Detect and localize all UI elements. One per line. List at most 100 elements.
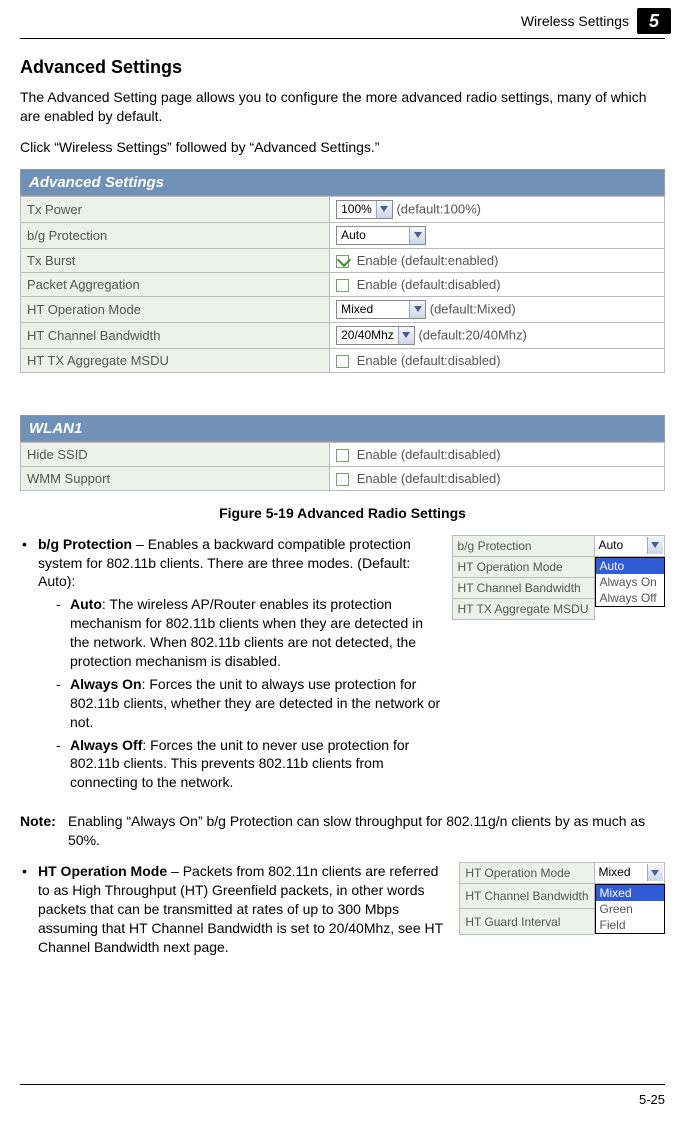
ht-channel-bw-value: 20/40Mhz bbox=[337, 328, 398, 342]
bg-protection-bullet: b/g Protection – Enables a backward comp… bbox=[38, 535, 444, 797]
inset2-dropdown-cell: Mixed Green Field bbox=[594, 884, 665, 935]
inset1-select[interactable]: Auto bbox=[595, 536, 663, 555]
table-row: Tx Burst Enable (default:enabled) bbox=[21, 248, 665, 272]
inset1-option-always-on[interactable]: Always On bbox=[596, 574, 664, 590]
sub-auto: Auto: The wireless AP/Router enables its… bbox=[70, 595, 444, 671]
ht-op-bullet: HT Operation Mode – Packets from 802.11n… bbox=[38, 862, 451, 956]
ht-op-bullet-title: HT Operation Mode bbox=[38, 863, 167, 879]
panel1-title: Advanced Settings bbox=[20, 169, 665, 196]
sub-always-on-title: Always On bbox=[70, 676, 142, 692]
tx-power-cell: 100% (default:100%) bbox=[330, 196, 665, 222]
hide-ssid-label: Hide SSID bbox=[21, 442, 330, 466]
ht-op-mode-cell: Mixed (default:Mixed) bbox=[330, 296, 665, 322]
bg-protection-bullet-title: b/g Protection bbox=[38, 536, 132, 552]
inset1-dropdown-cell: Auto Always On Always Off bbox=[594, 556, 665, 620]
inset2-select-value: Mixed bbox=[595, 864, 635, 880]
chevron-down-icon bbox=[409, 301, 425, 318]
packet-agg-checkbox[interactable] bbox=[336, 279, 349, 292]
bullet-marker: • bbox=[20, 535, 38, 797]
inset2-control: Mixed bbox=[594, 863, 665, 884]
inset2-row1: HT Channel Bandwidth bbox=[460, 884, 594, 909]
ht-tx-agg-label: HT TX Aggregate MSDU bbox=[21, 348, 330, 372]
note-block: Note: Enabling “Always On” b/g Protectio… bbox=[20, 812, 665, 850]
sub-auto-text: : The wireless AP/Router enables its pro… bbox=[70, 596, 423, 669]
inset1-dropdown[interactable]: Auto Always On Always Off bbox=[595, 557, 665, 607]
inset2-dropdown[interactable]: Mixed Green Field bbox=[595, 884, 665, 934]
wmm-checkbox[interactable] bbox=[336, 473, 349, 486]
hide-ssid-cell: Enable (default:disabled) bbox=[330, 442, 665, 466]
inset1-table: b/g Protection Auto HT Operation Mode Au… bbox=[452, 535, 665, 621]
table-row: Hide SSID Enable (default:disabled) bbox=[21, 442, 665, 466]
table-row: HT Channel Bandwidth 20/40Mhz (default:2… bbox=[21, 322, 665, 348]
tx-power-select[interactable]: 100% bbox=[336, 200, 393, 219]
advanced-settings-figure: Advanced Settings Tx Power 100% (default… bbox=[20, 169, 665, 373]
tx-burst-text: Enable (default:enabled) bbox=[357, 253, 499, 268]
bg-protection-inset: b/g Protection Auto HT Operation Mode Au… bbox=[452, 535, 665, 621]
dash-marker: - bbox=[56, 675, 70, 732]
ht-channel-bw-hint: (default:20/40Mhz) bbox=[418, 327, 526, 342]
inset1-row1: HT Operation Mode bbox=[452, 556, 594, 577]
bg-protection-value: Auto bbox=[337, 228, 370, 242]
chevron-down-icon bbox=[647, 864, 663, 881]
wlan1-figure: WLAN1 Hide SSID Enable (default:disabled… bbox=[20, 415, 665, 491]
panel1-table: Tx Power 100% (default:100%) b/g Protect… bbox=[20, 196, 665, 373]
ht-op-mode-select[interactable]: Mixed bbox=[336, 300, 426, 319]
ht-channel-bw-cell: 20/40Mhz (default:20/40Mhz) bbox=[330, 322, 665, 348]
ht-op-inset: HT Operation Mode Mixed HT Channel Bandw… bbox=[459, 862, 665, 935]
wmm-text: Enable (default:disabled) bbox=[357, 471, 501, 486]
note-text: Enabling “Always On” b/g Protection can … bbox=[68, 812, 665, 850]
chevron-down-icon bbox=[398, 327, 414, 344]
packet-agg-cell: Enable (default:disabled) bbox=[330, 272, 665, 296]
chevron-down-icon bbox=[647, 537, 663, 554]
inset2-select[interactable]: Mixed bbox=[595, 863, 663, 882]
intro-paragraph: The Advanced Setting page allows you to … bbox=[20, 88, 665, 126]
wmm-label: WMM Support bbox=[21, 466, 330, 490]
bg-protection-select[interactable]: Auto bbox=[336, 226, 426, 245]
tx-burst-checkbox[interactable] bbox=[336, 255, 349, 268]
ht-channel-bw-select[interactable]: 20/40Mhz bbox=[336, 326, 415, 345]
chevron-down-icon bbox=[409, 227, 425, 244]
footer-rule bbox=[20, 1084, 665, 1085]
hide-ssid-text: Enable (default:disabled) bbox=[357, 447, 501, 462]
table-row: HT TX Aggregate MSDU Enable (default:dis… bbox=[21, 348, 665, 372]
sub-always-off-title: Always Off bbox=[70, 737, 142, 753]
inset2-row2: HT Guard Interval bbox=[460, 909, 594, 934]
ht-tx-agg-text: Enable (default:disabled) bbox=[357, 353, 501, 368]
figure-caption: Figure 5-19 Advanced Radio Settings bbox=[20, 505, 665, 521]
sub-always-on: Always On: Forces the unit to always use… bbox=[70, 675, 444, 732]
chevron-down-icon bbox=[376, 201, 392, 218]
dash-marker: - bbox=[56, 736, 70, 793]
bullet-marker: • bbox=[20, 862, 38, 956]
ht-tx-agg-cell: Enable (default:disabled) bbox=[330, 348, 665, 372]
tx-power-label: Tx Power bbox=[21, 196, 330, 222]
table-row: b/g Protection Auto bbox=[21, 222, 665, 248]
inset2-option-greenfield[interactable]: Green Field bbox=[596, 901, 664, 933]
inset1-select-value: Auto bbox=[595, 537, 628, 553]
inset2-option-mixed[interactable]: Mixed bbox=[596, 885, 664, 901]
inset2-row0: HT Operation Mode bbox=[460, 863, 594, 884]
dash-marker: - bbox=[56, 595, 70, 671]
header-section: Wireless Settings bbox=[521, 13, 629, 29]
page-title: Advanced Settings bbox=[20, 57, 665, 78]
packet-agg-text: Enable (default:disabled) bbox=[357, 277, 501, 292]
table-row: WMM Support Enable (default:disabled) bbox=[21, 466, 665, 490]
ht-tx-agg-checkbox[interactable] bbox=[336, 355, 349, 368]
nav-instruction: Click “Wireless Settings” followed by “A… bbox=[20, 138, 665, 157]
table-row: Tx Power 100% (default:100%) bbox=[21, 196, 665, 222]
inset1-option-always-off[interactable]: Always Off bbox=[596, 590, 664, 606]
table-row: Packet Aggregation Enable (default:disab… bbox=[21, 272, 665, 296]
inset2-table: HT Operation Mode Mixed HT Channel Bandw… bbox=[459, 862, 665, 935]
sub-auto-title: Auto bbox=[70, 596, 102, 612]
inset1-control: Auto bbox=[594, 535, 665, 556]
ht-op-mode-label: HT Operation Mode bbox=[21, 296, 330, 322]
ht-op-section: HT Operation Mode Mixed HT Channel Bandw… bbox=[20, 862, 665, 962]
ht-channel-bw-label: HT Channel Bandwidth bbox=[21, 322, 330, 348]
packet-agg-label: Packet Aggregation bbox=[21, 272, 330, 296]
hide-ssid-checkbox[interactable] bbox=[336, 449, 349, 462]
page-number: 5-25 bbox=[639, 1092, 665, 1107]
sub-always-off: Always Off: Forces the unit to never use… bbox=[70, 736, 444, 793]
tx-burst-label: Tx Burst bbox=[21, 248, 330, 272]
note-label: Note: bbox=[20, 812, 68, 850]
chapter-number-box: 5 bbox=[637, 8, 671, 34]
inset1-option-auto[interactable]: Auto bbox=[596, 558, 664, 574]
